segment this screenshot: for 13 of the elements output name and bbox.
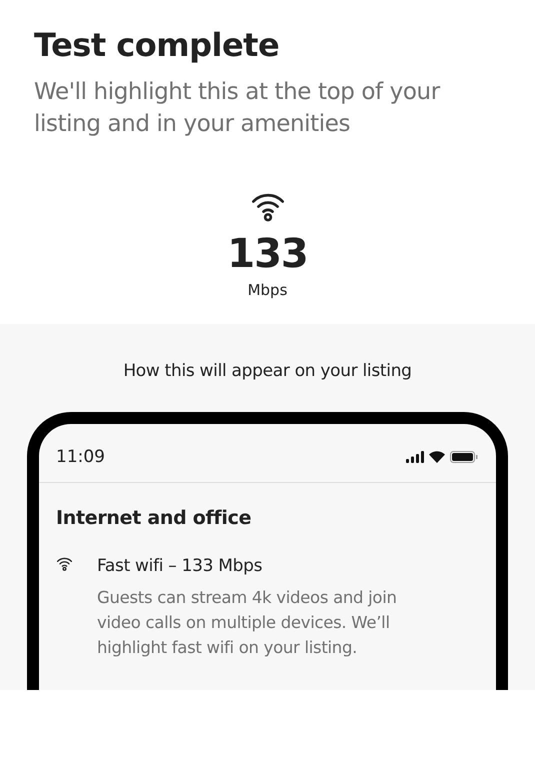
subtitle: We'll highlight this at the top of your listing and in your amenities: [34, 78, 442, 139]
preview-caption: How this will appear on your listing: [123, 360, 412, 382]
wifi-icon: [56, 555, 73, 572]
status-time: 11:09: [56, 447, 105, 467]
battery-icon: [450, 451, 478, 463]
amenity-description: Guests can stream 4k videos and join video calls on multiple devices. We’ll highlight fast wifi on your listing.: [97, 587, 398, 659]
speed-value: 133: [227, 230, 308, 278]
page-title: Test complete: [34, 25, 280, 66]
amenity-title: Fast wifi – 133 Mbps: [97, 555, 264, 577]
section-heading: Internet and office: [56, 507, 252, 529]
wifi-icon: [429, 451, 445, 463]
speed-unit: Mbps: [248, 280, 288, 300]
signal-icon: [406, 451, 424, 463]
